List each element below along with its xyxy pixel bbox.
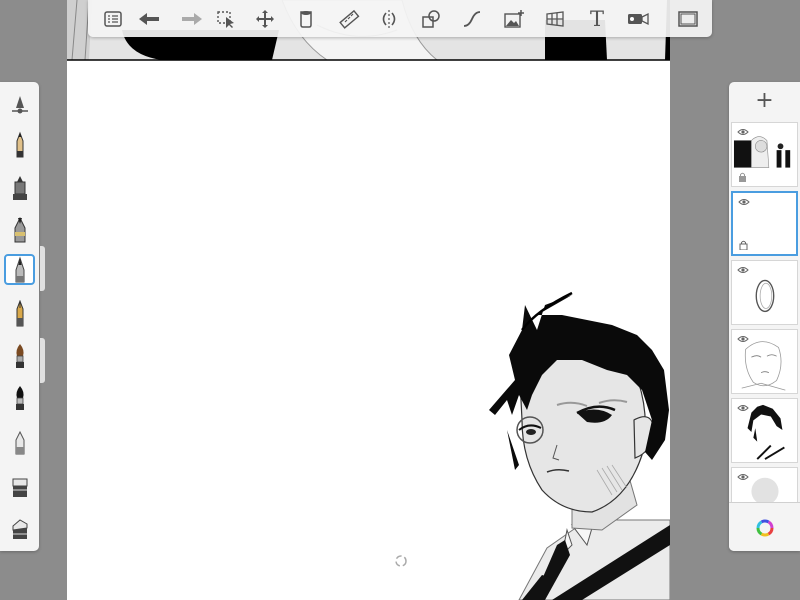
- marker-icon[interactable]: [4, 214, 35, 245]
- transform-icon[interactable]: [253, 8, 277, 30]
- artwork: [67, 0, 670, 600]
- layer-empty[interactable]: [731, 191, 798, 256]
- fill-bucket-icon[interactable]: [294, 8, 318, 30]
- brush-properties-icon[interactable]: [4, 88, 35, 119]
- layer-hair-ink[interactable]: [731, 398, 798, 463]
- undo-icon[interactable]: [137, 8, 161, 30]
- soft-eraser-icon[interactable]: [4, 426, 35, 457]
- add-image-icon[interactable]: [502, 8, 526, 30]
- layer-visibility-eye-icon[interactable]: [737, 473, 749, 481]
- layer-visibility-eye-icon[interactable]: [737, 266, 749, 274]
- ruler-icon[interactable]: [337, 8, 361, 30]
- perspective-icon[interactable]: [543, 8, 567, 30]
- airbrush-icon[interactable]: [4, 172, 35, 203]
- canvas-rotate-handle-icon[interactable]: [394, 554, 408, 568]
- layer-visibility-eye-icon[interactable]: [737, 128, 749, 136]
- paintbrush-icon[interactable]: [4, 340, 35, 371]
- symmetry-icon[interactable]: [377, 8, 401, 30]
- list-icon[interactable]: [101, 8, 125, 30]
- layers-panel: +: [729, 82, 800, 551]
- text-tool-label: T: [589, 7, 604, 31]
- shapes-icon[interactable]: [419, 8, 443, 30]
- color-wheel-button[interactable]: [729, 502, 800, 551]
- hard-eraser-icon[interactable]: [4, 470, 35, 501]
- inking-brush-icon[interactable]: [4, 254, 35, 285]
- layer-monocle-sketch[interactable]: [731, 260, 798, 325]
- layer-visibility-eye-icon[interactable]: [738, 198, 750, 206]
- layer-face-sketch[interactable]: [731, 329, 798, 394]
- layer-alpha-lock-icon[interactable]: [739, 240, 748, 250]
- record-icon[interactable]: [626, 8, 650, 30]
- layer-visibility-eye-icon[interactable]: [737, 404, 749, 412]
- brush-opacity-slider-handle[interactable]: [40, 338, 45, 383]
- layer-background-scene[interactable]: [731, 122, 798, 187]
- layer-lock-icon[interactable]: [738, 172, 747, 182]
- ink-pen-icon[interactable]: [4, 382, 35, 413]
- redo-icon[interactable]: [180, 8, 204, 30]
- layer-visibility-eye-icon[interactable]: [737, 335, 749, 343]
- fullscreen-icon[interactable]: [676, 8, 700, 30]
- drawing-canvas[interactable]: [67, 0, 670, 600]
- chisel-eraser-icon[interactable]: [4, 512, 35, 543]
- fountain-pen-icon[interactable]: [4, 298, 35, 329]
- color-wheel-icon: [756, 519, 773, 536]
- top-toolbar: T: [88, 0, 712, 37]
- add-layer-button[interactable]: +: [729, 82, 800, 120]
- pencil-icon[interactable]: [4, 129, 35, 160]
- brush-size-slider-handle[interactable]: [40, 246, 45, 291]
- text-icon[interactable]: T: [585, 8, 609, 30]
- select-icon[interactable]: [214, 8, 238, 30]
- curve-icon[interactable]: [460, 8, 484, 30]
- brush-palette: [0, 82, 39, 551]
